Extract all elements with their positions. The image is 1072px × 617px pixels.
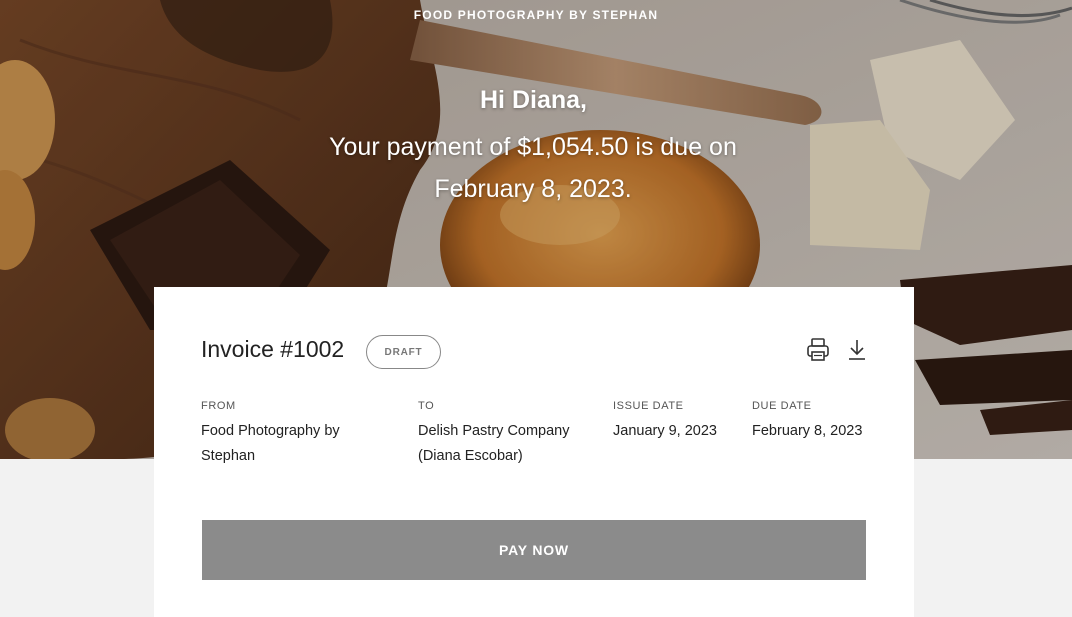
greeting-heading: Hi Diana,: [480, 86, 587, 114]
printer-icon[interactable]: [806, 337, 830, 363]
payment-due-message: Your payment of $1,054.50 is due on Febr…: [329, 133, 737, 203]
status-badge: DRAFT: [366, 335, 441, 369]
invoice-title: Invoice #1002: [201, 336, 345, 362]
from-label: FROM: [201, 400, 236, 412]
from-value: Food Photography by Stephan: [201, 423, 340, 464]
from-section: FROM Food Photography by Stephan: [201, 400, 381, 469]
due-date-section: DUE DATE February 8, 2023: [752, 400, 882, 444]
issue-date-value: January 9, 2023: [613, 423, 717, 439]
issue-date-section: ISSUE DATE January 9, 2023: [613, 400, 743, 444]
to-value: Delish Pastry Company (Diana Escobar): [418, 423, 570, 464]
invoice-card: Invoice #1002 DRAFT FROM Food Photograph…: [154, 287, 914, 617]
due-date-value: February 8, 2023: [752, 423, 863, 439]
pay-now-button[interactable]: PAY NOW: [202, 520, 866, 580]
issue-date-label: ISSUE DATE: [613, 400, 684, 412]
due-date-label: DUE DATE: [752, 400, 812, 412]
to-section: TO Delish Pastry Company (Diana Escobar): [418, 400, 598, 469]
brand-name: FOOD PHOTOGRAPHY BY STEPHAN: [413, 8, 659, 22]
download-icon[interactable]: [845, 337, 869, 363]
to-label: TO: [418, 400, 435, 412]
